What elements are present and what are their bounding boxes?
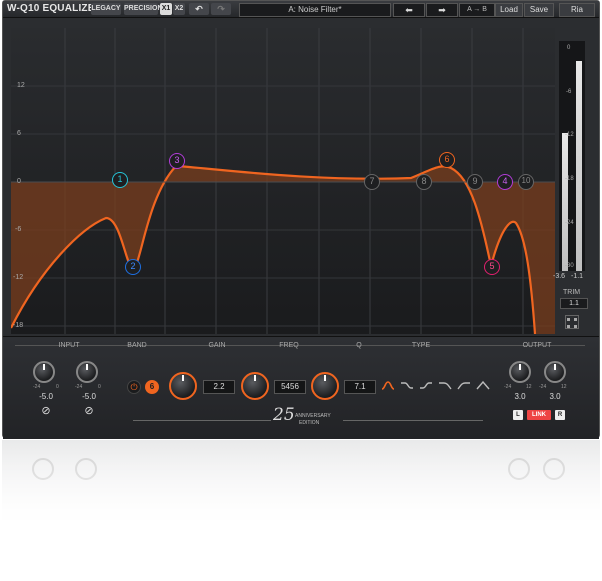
output-right-value[interactable]: 3.0: [549, 392, 560, 401]
band-section-label: BAND: [127, 342, 147, 349]
input-left-knob[interactable]: [33, 361, 55, 383]
output-section-label: OUTPUT: [522, 342, 552, 349]
freq-knob[interactable]: [241, 372, 269, 400]
gain-value-field[interactable]: 2.2: [203, 380, 235, 394]
output-meter: [559, 41, 585, 271]
q-knob[interactable]: [311, 372, 339, 400]
meter-bar-right: [576, 61, 582, 271]
band-pass-icon[interactable]: [476, 380, 490, 390]
arrow-left-icon[interactable]: ⬅: [393, 3, 425, 17]
q-section-label: Q: [356, 342, 362, 349]
output-max-label: 12: [526, 384, 532, 390]
gain-label: -6: [15, 226, 22, 233]
low-cut-icon[interactable]: [438, 380, 452, 390]
divider: [343, 420, 483, 421]
gain-section-label: GAIN: [208, 342, 226, 349]
band-9-node[interactable]: 9: [467, 174, 483, 190]
preset-name-field[interactable]: A: Noise Filter*: [239, 3, 391, 17]
low-shelf-icon[interactable]: [400, 380, 414, 390]
meter-scale-label: 0: [567, 45, 571, 51]
redo-icon[interactable]: ↷: [211, 3, 231, 15]
band-1-node[interactable]: 1: [112, 172, 128, 188]
waves-q10-equalizer-plugin: W-Q10 EQUALIZER LEGACY PRECISION X1 X2 ↶…: [2, 0, 600, 439]
link-right-button[interactable]: R: [555, 410, 565, 420]
meter-scale-label: -24: [565, 220, 574, 226]
trim-label: TRIM: [563, 289, 581, 296]
meter-scale-label: -18: [565, 176, 574, 182]
band-5-node[interactable]: 5: [484, 259, 500, 275]
band-3-node[interactable]: 3: [169, 153, 185, 169]
q-value-field[interactable]: 7.1: [344, 380, 376, 394]
plugin-toolbar: W-Q10 EQUALIZER LEGACY PRECISION X1 X2 ↶…: [3, 1, 599, 18]
divider: [15, 345, 585, 346]
gain-label: -12: [13, 274, 24, 281]
band-10-node[interactable]: 10: [518, 174, 534, 190]
meter-scale-label: -12: [565, 132, 574, 138]
high-cut-icon[interactable]: [457, 380, 471, 390]
power-icon[interactable]: ⏻: [127, 380, 141, 394]
trim-value-field[interactable]: 1.1: [560, 298, 588, 309]
save-button[interactable]: Save: [524, 3, 554, 17]
gain-label: 0: [17, 178, 21, 185]
high-shelf-icon[interactable]: [419, 380, 433, 390]
band-8-node[interactable]: 8: [416, 174, 432, 190]
undo-icon[interactable]: ↶: [189, 3, 209, 15]
output-left-knob[interactable]: [509, 361, 531, 383]
output-right-knob[interactable]: [544, 361, 566, 383]
gain-label: -18: [13, 322, 24, 329]
anniversary-edition-logo: 25 ANNIVERSARY EDITION: [273, 405, 331, 426]
expand-icon[interactable]: [565, 315, 579, 329]
reflection-fade: [0, 440, 602, 581]
gain-label: 6: [17, 130, 21, 137]
link-button[interactable]: LINK: [527, 410, 551, 420]
output-min-label: -24: [504, 384, 512, 390]
gain-label: 12: [17, 82, 25, 89]
precision-button[interactable]: PRECISION: [124, 3, 163, 15]
x2-button[interactable]: X2: [173, 3, 185, 15]
plugin-title: W-Q10 EQUALIZER: [7, 3, 103, 14]
input-section-label: INPUT: [58, 342, 80, 349]
band-2-node[interactable]: 2: [125, 259, 141, 275]
meter-peak-right[interactable]: -1.1: [571, 273, 583, 280]
input-max-label: 0: [98, 384, 101, 390]
meter-bar-left: [562, 133, 568, 271]
band-number-selector[interactable]: 6: [145, 380, 159, 394]
input-right-knob[interactable]: [76, 361, 98, 383]
band-7-node[interactable]: 7: [364, 174, 380, 190]
gain-knob[interactable]: [169, 372, 197, 400]
output-min-label: -24: [539, 384, 547, 390]
meter-scale-label: -6: [566, 89, 572, 95]
input-right-value[interactable]: -5.0: [82, 392, 96, 401]
input-left-value[interactable]: -5.0: [39, 392, 53, 401]
bell-icon[interactable]: [381, 380, 395, 390]
phase-invert-icon[interactable]: ⊘: [41, 404, 50, 417]
band-4-node[interactable]: 4: [497, 174, 513, 190]
type-section-label: TYPE: [411, 342, 431, 349]
band-6-node[interactable]: 6: [439, 152, 455, 168]
x1-button[interactable]: X1: [160, 3, 172, 15]
legacy-button[interactable]: LEGACY: [91, 3, 121, 15]
meter-scale: [570, 41, 574, 271]
divider: [133, 420, 271, 421]
arrow-right-icon[interactable]: ➡: [426, 3, 458, 17]
link-left-button[interactable]: L: [513, 410, 523, 420]
input-min-label: -24: [75, 384, 83, 390]
freq-section-label: FREQ: [279, 342, 299, 349]
meter-peak-left[interactable]: -3.6: [553, 273, 565, 280]
eq-graph[interactable]: 1 2 3 4 5 6 7 8 9 10: [10, 28, 555, 335]
output-left-value[interactable]: 3.0: [514, 392, 525, 401]
input-max-label: 0: [56, 384, 59, 390]
input-min-label: -24: [33, 384, 41, 390]
output-max-label: 12: [561, 384, 567, 390]
ab-compare-button[interactable]: A → B: [459, 3, 495, 17]
meter-scale-label: -30: [565, 263, 574, 269]
load-button[interactable]: Load: [495, 3, 523, 17]
phase-invert-icon[interactable]: ⊘: [84, 404, 93, 417]
waves-logo-button[interactable]: Ria: [559, 3, 595, 17]
freq-value-field[interactable]: 5456: [274, 380, 306, 394]
